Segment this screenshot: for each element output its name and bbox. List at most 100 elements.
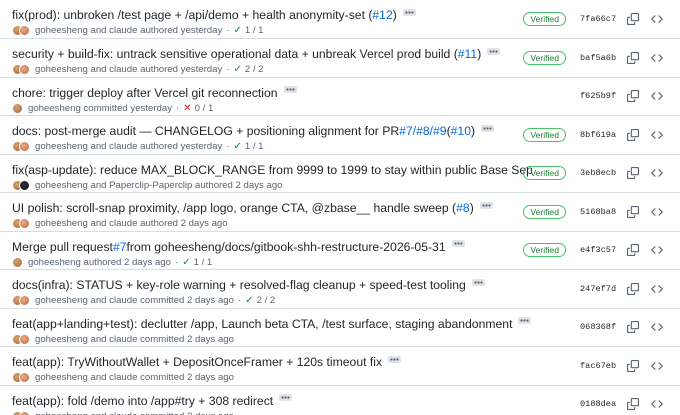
commit-sha[interactable]: fac67eb — [580, 361, 616, 371]
copy-icon[interactable] — [622, 48, 644, 68]
checks-count[interactable]: 1 / 1 — [245, 141, 264, 152]
code-icon[interactable] — [646, 202, 668, 222]
ellipsis-icon[interactable] — [471, 278, 485, 286]
commit-authors[interactable]: goheesheng and claude — [35, 411, 137, 415]
avatar[interactable] — [19, 25, 30, 36]
ellipsis-icon[interactable] — [451, 240, 465, 247]
commit-title[interactable]: fix(prod): unbroken /test page + /api/de… — [12, 7, 372, 23]
code-icon[interactable] — [646, 394, 668, 414]
avatar[interactable] — [19, 372, 30, 383]
avatar-group[interactable] — [12, 333, 30, 345]
code-icon[interactable] — [646, 86, 668, 106]
avatar[interactable] — [19, 295, 30, 306]
code-icon[interactable] — [646, 356, 668, 376]
commit-title[interactable]: docs(infra): STATUS + key-role warning +… — [12, 277, 466, 293]
avatar-group[interactable] — [12, 102, 23, 114]
pr-link[interactable]: #11 — [458, 46, 477, 62]
pr-link[interactable]: #10 — [451, 123, 471, 139]
commit-authors[interactable]: goheesheng and claude — [35, 64, 137, 75]
ellipsis-icon[interactable] — [518, 317, 532, 324]
commit-sha[interactable]: 8bf619a — [580, 130, 616, 140]
checks-count[interactable]: 2 / 2 — [245, 64, 264, 75]
ellipsis-icon[interactable] — [481, 124, 495, 132]
copy-icon[interactable] — [622, 279, 644, 299]
commit-title[interactable]: fix(asp-update): reduce MAX_BLOCK_RANGE … — [12, 162, 532, 178]
code-icon[interactable] — [646, 125, 668, 145]
verified-badge[interactable]: Verified — [523, 12, 566, 26]
check-icon[interactable]: ✓ — [233, 141, 241, 152]
copy-icon[interactable] — [622, 240, 644, 260]
commit-title[interactable]: feat(app): TryWithoutWallet + DepositOnc… — [12, 354, 382, 370]
pr-link[interactable]: #7/#8/#9 — [399, 123, 446, 139]
commit-authors[interactable]: goheesheng and claude — [35, 334, 137, 345]
avatar[interactable] — [19, 410, 30, 415]
pr-link[interactable]: #8 — [456, 200, 470, 216]
commit-sha[interactable]: 7fa66c7 — [580, 14, 616, 24]
commit-title[interactable]: feat(app): fold /demo into /app#try + 30… — [12, 393, 273, 409]
commit-authors[interactable]: goheesheng and claude — [35, 141, 137, 152]
code-icon[interactable] — [646, 48, 668, 68]
commit-authors[interactable]: goheesheng — [28, 257, 81, 268]
commit-sha[interactable]: 0188dea — [580, 399, 616, 409]
commit-authors[interactable]: goheesheng — [28, 103, 81, 114]
code-icon[interactable] — [646, 279, 668, 299]
ellipsis-icon[interactable] — [279, 394, 293, 401]
code-icon[interactable] — [646, 317, 668, 337]
verified-badge[interactable]: Verified — [523, 166, 566, 181]
commit-authors[interactable]: goheesheng and claude — [35, 372, 137, 383]
commit-sha[interactable]: e4f3c57 — [580, 245, 616, 255]
avatar[interactable] — [19, 179, 30, 191]
copy-icon[interactable] — [622, 394, 644, 414]
commit-title[interactable]: chore: trigger deploy after Vercel git r… — [12, 85, 278, 101]
check-icon[interactable]: ✓ — [245, 295, 253, 306]
ellipsis-icon[interactable] — [479, 201, 493, 209]
copy-icon[interactable] — [622, 163, 644, 183]
code-icon[interactable] — [646, 240, 668, 260]
copy-icon[interactable] — [622, 202, 644, 222]
avatar-group[interactable] — [12, 295, 30, 306]
verified-badge[interactable]: Verified — [523, 204, 566, 219]
check-icon[interactable]: ✓ — [233, 25, 241, 36]
avatar[interactable] — [19, 333, 30, 345]
x-icon[interactable]: ✕ — [183, 103, 191, 114]
code-icon[interactable] — [646, 9, 668, 29]
avatar-group[interactable] — [12, 372, 30, 383]
check-icon[interactable]: ✓ — [182, 257, 190, 268]
commit-title-suffix[interactable]: ) — [393, 7, 397, 23]
commit-sha[interactable]: 3eb8ecb — [580, 168, 616, 178]
verified-badge[interactable]: Verified — [523, 50, 566, 65]
pr-link[interactable]: #7 — [113, 239, 127, 255]
ellipsis-icon[interactable] — [402, 8, 416, 16]
commit-title[interactable]: Merge pull request — [12, 239, 113, 255]
checks-count[interactable]: 1 / 1 — [245, 25, 264, 36]
ellipsis-icon[interactable] — [487, 47, 501, 55]
avatar-group[interactable] — [12, 179, 30, 191]
copy-icon[interactable] — [622, 356, 644, 376]
commit-authors[interactable]: goheesheng and Paperclip-Paperclip — [35, 180, 192, 191]
avatar[interactable] — [19, 64, 30, 75]
copy-icon[interactable] — [622, 86, 644, 106]
ellipsis-icon[interactable] — [388, 355, 402, 363]
commit-sha[interactable]: f625b9f — [580, 91, 616, 101]
copy-icon[interactable] — [622, 317, 644, 337]
commit-sha[interactable]: 247ef7d — [580, 284, 616, 294]
commit-title-suffix[interactable]: ) — [470, 200, 474, 216]
avatar[interactable] — [19, 218, 30, 229]
ellipsis-icon[interactable] — [283, 86, 297, 93]
commit-title[interactable]: docs: post-merge audit — CHANGELOG + pos… — [12, 123, 399, 139]
commit-title-suffix[interactable]: ) — [471, 123, 475, 139]
commit-sha[interactable]: baf5a6b — [580, 53, 616, 63]
avatar[interactable] — [19, 141, 30, 152]
verified-badge[interactable]: Verified — [523, 127, 566, 142]
code-icon[interactable] — [646, 163, 668, 183]
commit-title-suffix[interactable]: ) — [477, 46, 481, 62]
check-icon[interactable]: ✓ — [233, 64, 241, 75]
avatar-group[interactable] — [12, 141, 30, 152]
avatar-group[interactable] — [12, 25, 30, 36]
verified-badge[interactable]: Verified — [523, 243, 566, 258]
checks-count[interactable]: 1 / 1 — [194, 257, 213, 268]
commit-authors[interactable]: goheesheng and claude — [35, 218, 137, 229]
commit-sha[interactable]: 5168ba8 — [580, 207, 616, 217]
avatar[interactable] — [12, 256, 23, 268]
commit-authors[interactable]: goheesheng and claude — [35, 25, 137, 36]
